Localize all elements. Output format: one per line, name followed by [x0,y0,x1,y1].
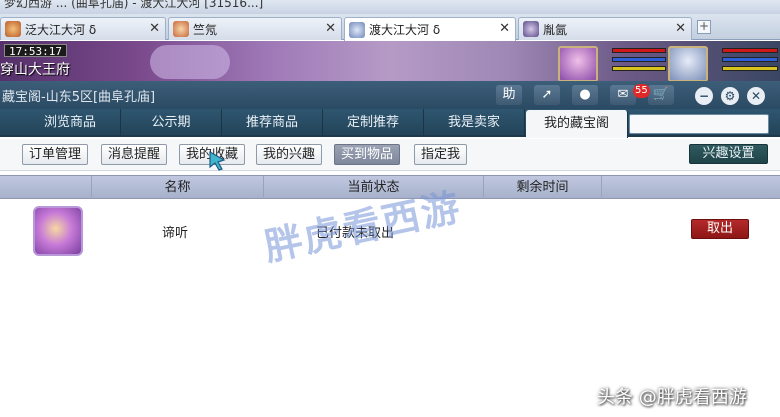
settings-gear-icon[interactable]: ⚙ [721,87,739,105]
os-title-text: 梦幻西游 ... (曲阜孔庙) - 渡大江大河 [31516...] [4,0,264,10]
item-name: 谛听 [162,226,189,241]
column-header-action [602,176,780,199]
pet-exp-bar [612,66,666,71]
interest-settings-button[interactable]: 兴趣设置 [689,144,768,164]
tab-recommended[interactable]: 推荐商品 [222,109,323,137]
share-icon[interactable]: ➚ [534,85,560,105]
tab-browse[interactable]: 浏览商品 [20,109,121,137]
pet-hp-bar [612,48,666,53]
help-button[interactable]: 助 [496,85,522,105]
purchased-items-button[interactable]: 买到物品 [334,144,401,165]
close-icon[interactable]: ✕ [675,21,686,36]
browser-tab-4[interactable]: 胤氤 ✕ [518,17,692,40]
mouse-cursor-icon [209,150,226,171]
tab-seller[interactable]: 我是卖家 [424,109,525,137]
browser-tab-label: 泛大江大河 δ [25,22,97,37]
browser-tab-label: 渡大江大河 δ [369,23,441,37]
game-clock: 17:53:17 [4,44,67,58]
player-portrait[interactable] [668,46,708,82]
browser-tab-3[interactable]: 渡大江大河 δ ✕ [344,17,516,41]
my-interests-button[interactable]: 我的兴趣 [256,144,323,165]
minimize-icon[interactable]: − [695,87,713,105]
player-anger-bar [722,66,778,71]
message-icon[interactable]: ✉ [610,85,636,105]
order-management-button[interactable]: 订单管理 [22,144,89,165]
browser-tabstrip: 泛大江大河 δ ✕ 竺氖 ✕ 渡大江大河 δ ✕ 胤氤 ✕ [0,14,780,41]
os-titlebar: 梦幻西游 ... (曲阜孔庙) - 渡大江大河 [31516...] [0,0,780,14]
bottom-watermark: 头条 @胖虎看西游 [597,387,747,408]
close-icon[interactable]: ✕ [499,21,510,36]
scene-location: 穿山大王府 [0,62,70,78]
cart-icon[interactable]: 🛒 [648,85,674,105]
item-thumbnail-icon[interactable] [33,206,83,256]
designated-me-button[interactable]: 指定我 [414,144,468,165]
column-header-name: 名称 [92,176,264,199]
column-header-remaining: 剩余时间 [484,176,602,199]
take-out-button[interactable]: 取出 [691,219,749,239]
game-scene-banner: 17:53:17 穿山大王府 [0,41,780,82]
tab-my-treasure[interactable]: 我的藏宝阁 [526,110,628,138]
player-mp-bar [722,57,778,62]
player-hp-bar [722,48,778,53]
browser-tab-1[interactable]: 泛大江大河 δ ✕ [0,17,166,40]
browser-tab-2[interactable]: 竺氖 ✕ [168,17,342,40]
tab-custom-recommend[interactable]: 定制推荐 [323,109,424,137]
pet-mp-bar [612,57,666,62]
scene-decoration [150,45,230,79]
record-icon[interactable]: ● [572,85,598,105]
window-title: 藏宝阁-山东5区[曲阜孔庙] [2,90,156,105]
message-reminder-button[interactable]: 消息提醒 [101,144,168,165]
search-input[interactable] [629,114,769,134]
character-avatar-icon [173,21,189,37]
message-count-badge: 55 [633,84,650,98]
browser-tab-label: 胤氤 [543,22,568,37]
character-avatar-icon [523,21,539,37]
browser-tab-label: 竺氖 [193,22,218,37]
close-icon[interactable]: ✕ [747,87,765,105]
pet-portrait[interactable] [558,46,598,82]
close-icon[interactable]: ✕ [325,21,336,36]
column-header-icon [0,176,92,199]
close-icon[interactable]: ✕ [149,21,160,36]
new-tab-button[interactable]: + [697,20,711,34]
character-avatar-icon [349,21,365,38]
window-header: 藏宝阁-山东5区[曲阜孔庙] 助 ➚ ● ✉ 🛒 − ⚙ ✕ [0,81,780,109]
tab-public[interactable]: 公示期 [121,109,222,137]
character-avatar-icon [5,21,21,37]
